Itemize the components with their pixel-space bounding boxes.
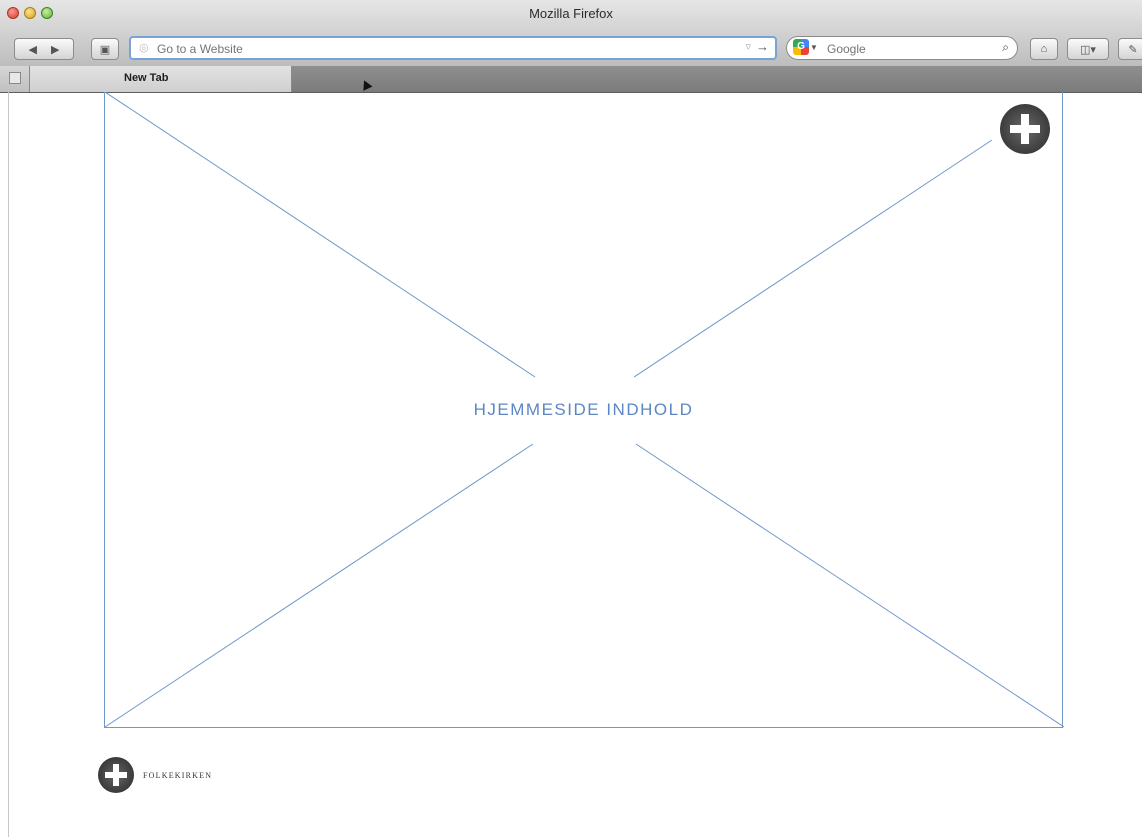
url-bar[interactable]: ◎ ▿ →	[129, 36, 777, 60]
search-engine-selector[interactable]: G ▼	[793, 39, 818, 55]
tab-new-tab[interactable]: New Tab	[30, 66, 292, 92]
brand-name: FOLKEKIRKEN	[143, 770, 213, 780]
back-forward-buttons[interactable]: ◀ ▶	[14, 38, 74, 60]
home-icon: ⌂	[1040, 43, 1048, 55]
page-left-border	[8, 92, 9, 837]
url-input[interactable]	[155, 39, 719, 59]
tab-list-button[interactable]	[0, 66, 30, 92]
diagonal-line-top-left	[105, 92, 536, 378]
placeholder-label: HJEMMESIDE INDHOLD	[473, 400, 694, 419]
bookmarks-menu-button[interactable]: ◫▾	[1067, 38, 1109, 60]
folkekirken-logo-icon	[98, 757, 134, 793]
tab-strip: New Tab	[0, 66, 1142, 93]
tab-label: New Tab	[124, 72, 169, 84]
footer-logo: FOLKEKIRKEN	[98, 757, 212, 793]
diagonal-line-bottom-right	[635, 443, 1064, 728]
chevron-down-icon: ▼	[810, 42, 818, 52]
folkekirken-cross-icon	[1000, 104, 1050, 154]
browser-titlebar: Mozilla Firefox ◀ ▶ ▣ ◎ ▿ → G ▼ ⌕ ⌂ ◫▾ ✎	[0, 0, 1142, 67]
home-button[interactable]: ⌂	[1030, 38, 1058, 60]
diagonal-line-top-right	[633, 139, 993, 378]
bookmarks-icon: ◫▾	[1080, 43, 1096, 56]
wrench-icon: ✎	[1128, 43, 1138, 56]
content-placeholder: HJEMMESIDE INDHOLD	[104, 92, 1064, 728]
diagonal-line-bottom-left	[105, 443, 534, 728]
google-logo-icon: G	[793, 39, 809, 55]
back-arrow-icon[interactable]: ◀	[29, 43, 37, 56]
search-input[interactable]	[825, 39, 979, 59]
forward-arrow-icon[interactable]: ▶	[51, 43, 59, 56]
window-title: Mozilla Firefox	[529, 6, 613, 21]
search-icon[interactable]: ⌕	[1002, 40, 1009, 55]
bookmark-star-icon[interactable]: ▿	[745, 40, 751, 53]
tab-list-icon	[9, 72, 21, 84]
page-icon: ◎	[139, 42, 149, 54]
go-arrow-icon[interactable]: →	[756, 39, 769, 54]
printer-icon: ▣	[99, 43, 111, 56]
tools-button[interactable]: ✎	[1118, 38, 1142, 60]
print-button[interactable]: ▣	[91, 38, 119, 60]
search-bar[interactable]: G ▼ ⌕	[786, 36, 1018, 60]
